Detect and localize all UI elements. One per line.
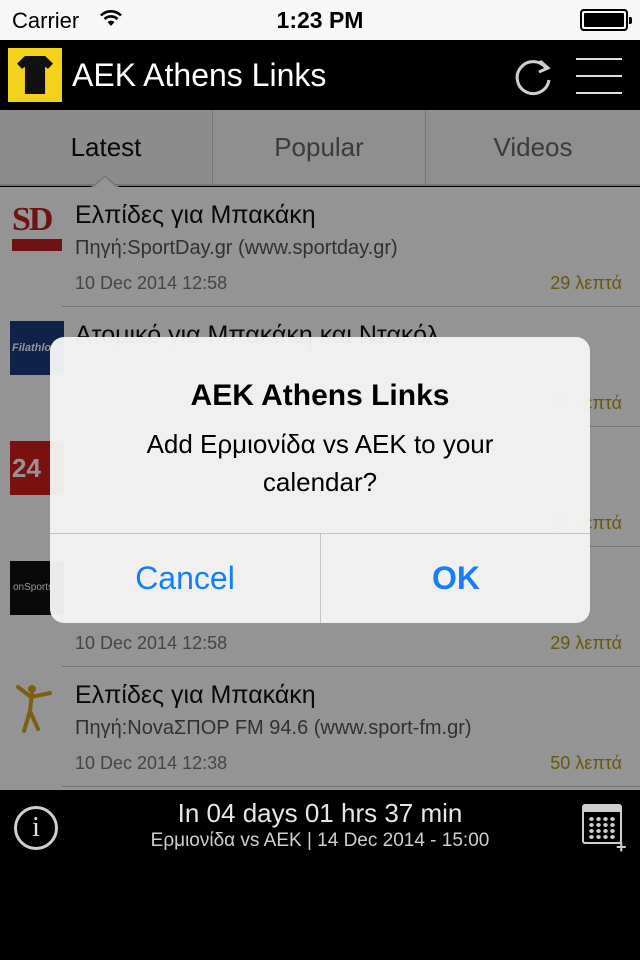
battery-icon (580, 9, 632, 31)
alert-message: Add Ερμιονίδα vs AEK to your calendar? (146, 429, 494, 497)
alert-title: AEK Athens Links (190, 379, 450, 412)
clock: 1:23 PM (276, 7, 364, 33)
nav-bar: AEK Athens Links (0, 40, 640, 110)
cancel-button[interactable]: Cancel (50, 534, 320, 623)
calendar-plus-glyph: + (616, 837, 627, 857)
match-countdown-bar: i In 04 days 01 hrs 37 min Ερμιονίδα vs … (0, 790, 640, 960)
fixture-text: Ερμιονίδα vs AEK | 14 Dec 2014 - 15:00 (150, 830, 490, 851)
refresh-icon[interactable] (512, 56, 554, 98)
app-title: AEK Athens Links (72, 57, 327, 93)
status-bar: Carrier 1:23 PM (0, 0, 640, 40)
menu-icon[interactable] (576, 58, 622, 94)
calendar-alert: AEK Athens Links Add Ερμιονίδα vs AEK to… (50, 337, 590, 623)
team-shirt-icon[interactable] (8, 48, 62, 102)
countdown-text: In 04 days 01 hrs 37 min (177, 798, 463, 828)
ok-button[interactable]: OK (321, 534, 590, 623)
